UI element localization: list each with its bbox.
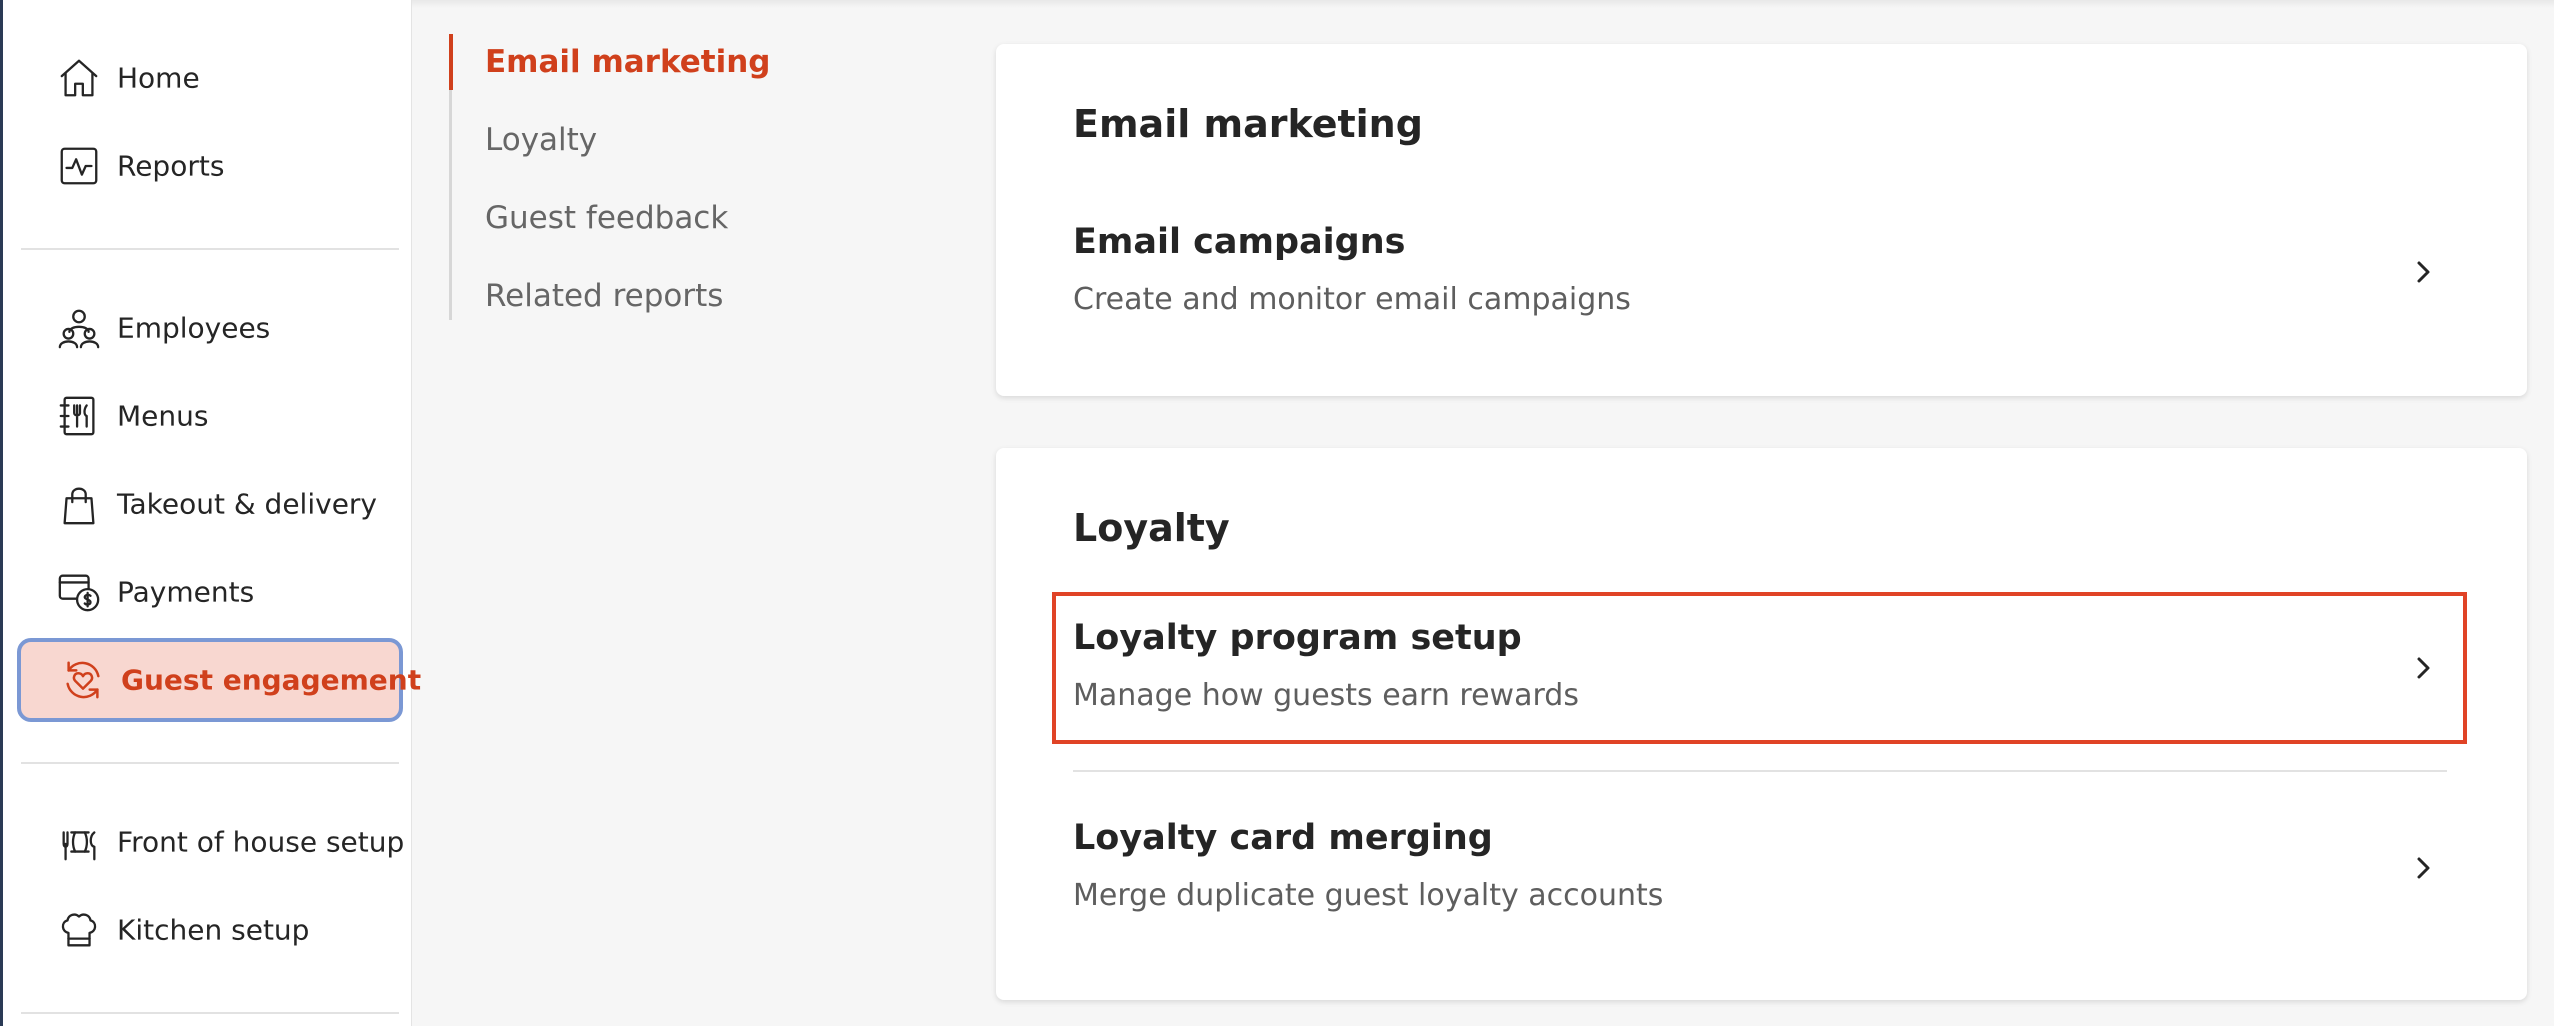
section-nav-label: Loyalty xyxy=(485,122,598,158)
top-shadow xyxy=(412,0,2554,8)
card-title: Email marketing xyxy=(1073,102,1423,146)
email-campaigns-row[interactable]: Email campaigns Create and monitor email… xyxy=(1052,196,2467,348)
guest-engagement-icon xyxy=(57,654,109,706)
row-title: Loyalty program setup xyxy=(1073,618,1522,658)
chef-hat-icon xyxy=(53,904,105,956)
section-nav-label: Email marketing xyxy=(485,44,771,80)
menus-icon xyxy=(53,390,105,442)
row-description: Create and monitor email campaigns xyxy=(1073,282,1631,317)
chevron-right-icon xyxy=(2417,657,2430,679)
sidebar-item-label: Menus xyxy=(117,399,209,433)
sidebar-divider xyxy=(21,1012,399,1014)
sidebar-item-employees[interactable]: Employees xyxy=(17,286,403,370)
sidebar-item-label: Reports xyxy=(117,149,225,183)
sidebar-item-label: Employees xyxy=(117,311,271,345)
sidebar-item-label: Guest engagement xyxy=(121,663,422,697)
sidebar-item-reports[interactable]: Reports xyxy=(17,124,403,208)
row-description: Manage how guests earn rewards xyxy=(1073,678,1579,713)
section-nav-label: Guest feedback xyxy=(485,200,729,236)
sidebar-item-takeout-delivery[interactable]: Takeout & delivery xyxy=(17,462,403,546)
shopping-bag-icon xyxy=(53,478,105,530)
chevron-right-icon xyxy=(2417,261,2430,283)
loyalty-program-setup-row[interactable]: Loyalty program setup Manage how guests … xyxy=(1052,592,2467,744)
loyalty-card-merging-row[interactable]: Loyalty card merging Merge duplicate gue… xyxy=(1052,792,2467,944)
sidebar-item-front-of-house-setup[interactable]: Front of house setup xyxy=(17,800,405,884)
employees-icon xyxy=(53,302,105,354)
sidebar-item-label: Home xyxy=(117,61,200,95)
sidebar-item-payments[interactable]: Payments xyxy=(17,550,403,634)
card-title: Loyalty xyxy=(1073,506,1230,550)
section-nav-related-reports[interactable]: Related reports xyxy=(452,268,772,324)
sidebar-item-label: Front of house setup xyxy=(117,825,405,859)
sidebar-item-label: Payments xyxy=(117,575,255,609)
section-nav-loyalty[interactable]: Loyalty xyxy=(452,112,772,168)
row-description: Merge duplicate guest loyalty accounts xyxy=(1073,878,1664,913)
row-title: Email campaigns xyxy=(1073,222,1406,262)
row-title: Loyalty card merging xyxy=(1073,818,1493,858)
section-nav-label: Related reports xyxy=(485,278,724,314)
sidebar: Home Reports Employees Menus Takeout & d… xyxy=(0,0,421,1026)
sidebar-divider xyxy=(21,762,399,764)
sidebar-item-menus[interactable]: Menus xyxy=(17,374,403,458)
front-of-house-icon xyxy=(53,816,105,868)
sidebar-item-kitchen-setup[interactable]: Kitchen setup xyxy=(17,888,403,972)
section-nav-guest-feedback[interactable]: Guest feedback xyxy=(452,190,772,246)
home-icon xyxy=(53,52,105,104)
sidebar-divider xyxy=(21,248,399,250)
reports-icon xyxy=(53,140,105,192)
page: Home Reports Employees Menus Takeout & d… xyxy=(0,0,2554,1026)
email-marketing-card: Email marketing Email campaigns Create a… xyxy=(996,44,2527,396)
sidebar-item-label: Takeout & delivery xyxy=(117,487,377,521)
sidebar-item-guest-engagement[interactable]: Guest engagement xyxy=(17,638,421,722)
chevron-right-icon xyxy=(2417,857,2430,879)
sidebar-item-label: Kitchen setup xyxy=(117,913,310,947)
row-divider xyxy=(1073,770,2447,772)
section-nav: Email marketing Loyalty Guest feedback R… xyxy=(449,34,772,320)
loyalty-card: Loyalty Loyalty program setup Manage how… xyxy=(996,448,2527,1000)
sidebar-item-home[interactable]: Home xyxy=(17,36,403,120)
payments-icon xyxy=(53,566,105,618)
section-nav-email-marketing[interactable]: Email marketing xyxy=(449,34,771,90)
